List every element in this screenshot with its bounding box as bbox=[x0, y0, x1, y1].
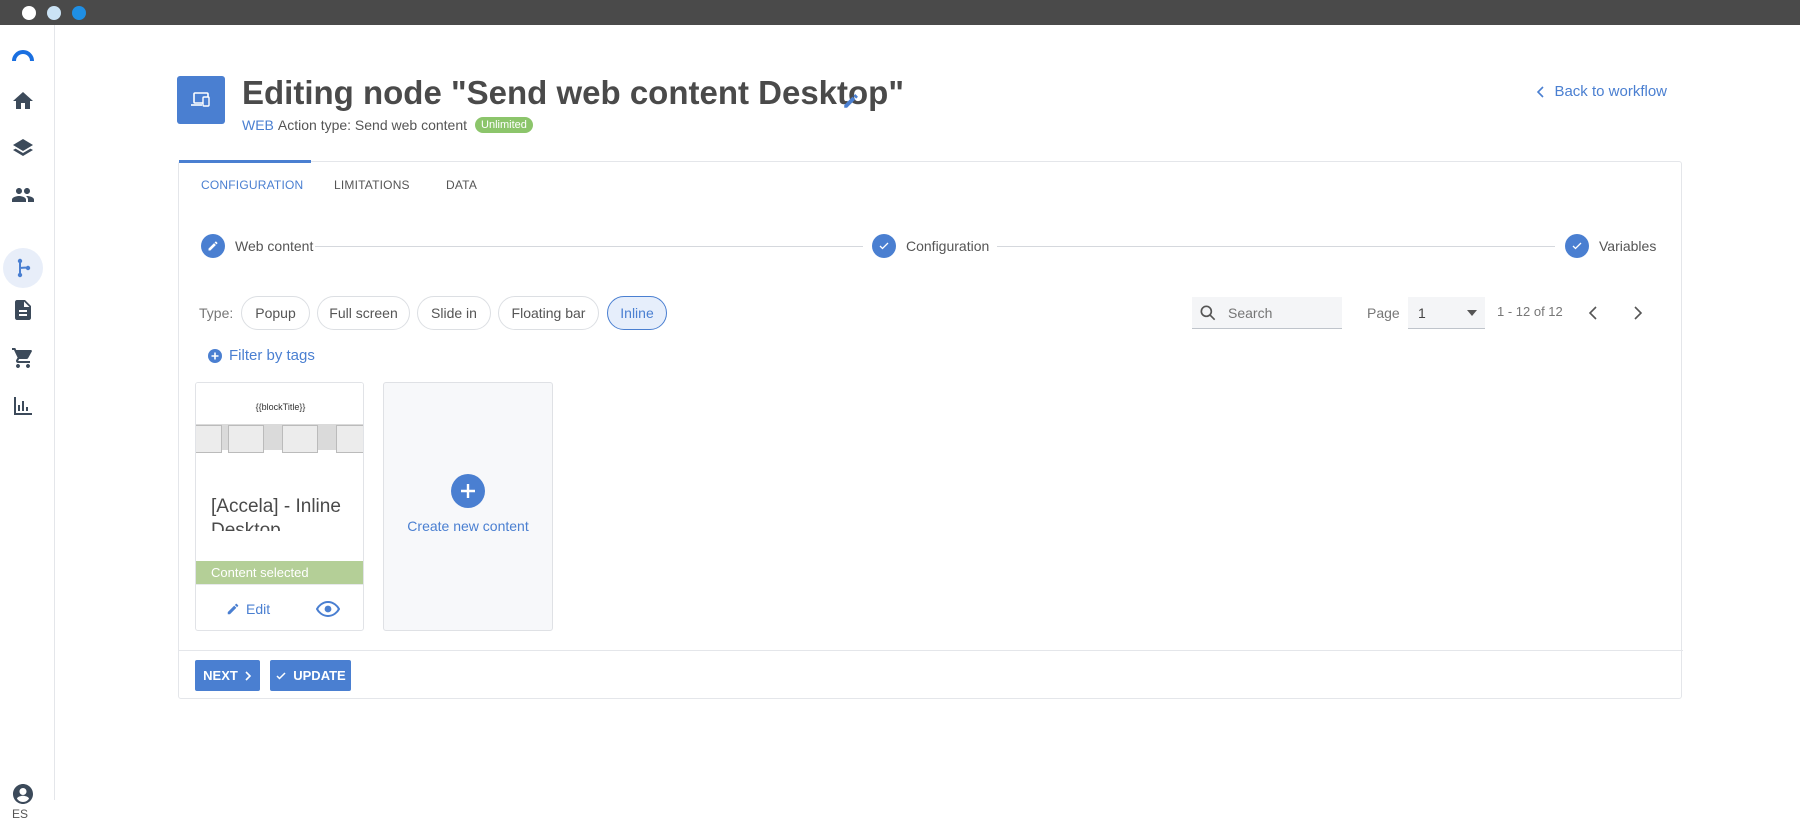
filter-by-tags-link[interactable]: Filter by tags bbox=[207, 347, 315, 364]
window-maximize-dot[interactable] bbox=[72, 6, 86, 20]
sidebar: ES bbox=[0, 25, 55, 821]
stepper-connector bbox=[997, 246, 1555, 247]
edit-content-button[interactable]: Edit bbox=[226, 601, 270, 617]
update-button-label: UPDATE bbox=[293, 668, 346, 683]
chevron-down-icon bbox=[1467, 310, 1477, 316]
type-chip-popup[interactable]: Popup bbox=[241, 296, 310, 330]
stepper-connector bbox=[315, 246, 863, 247]
pencil-icon bbox=[227, 603, 239, 615]
footer-divider bbox=[179, 650, 1683, 651]
type-chip-floating-bar[interactable]: Floating bar bbox=[498, 296, 599, 330]
active-tab-indicator bbox=[179, 160, 311, 163]
account-icon[interactable] bbox=[10, 781, 36, 807]
action-type-label: Action type: Send web content bbox=[277, 117, 468, 133]
placeholder-image-icon bbox=[336, 425, 363, 453]
create-new-content-label: Create new content bbox=[407, 517, 529, 534]
window-minimize-dot[interactable] bbox=[47, 6, 61, 20]
content-name: [Accela] - Inline Desktop bbox=[211, 496, 341, 531]
tab-data[interactable]: DATA bbox=[446, 178, 477, 192]
type-chip-slide-in[interactable]: Slide in bbox=[417, 296, 491, 330]
edit-title-pencil-icon[interactable] bbox=[842, 92, 860, 110]
limit-badge: Unlimited bbox=[475, 117, 533, 133]
window-close-dot[interactable] bbox=[22, 6, 36, 20]
people-icon[interactable] bbox=[10, 182, 36, 208]
placeholder-image-icon bbox=[282, 425, 318, 453]
step-label: Configuration bbox=[906, 238, 990, 254]
bar-chart-icon[interactable] bbox=[10, 393, 36, 419]
create-new-content-card[interactable]: Create new content bbox=[383, 382, 553, 631]
add-circle-icon bbox=[208, 348, 222, 363]
page-title: Editing node "Send web content Desktop" bbox=[242, 74, 904, 111]
type-filter-label: Type: bbox=[199, 305, 234, 321]
channel-label: WEB bbox=[242, 117, 274, 133]
pagination-range: 1 - 12 of 12 bbox=[1497, 304, 1563, 319]
update-button[interactable]: UPDATE bbox=[270, 660, 351, 691]
node-subtitle: WEB Action type: Send web content Unlimi… bbox=[242, 117, 533, 133]
search-input[interactable] bbox=[1228, 304, 1328, 321]
content-thumbnail[interactable]: {{blockTitle}} bbox=[196, 383, 363, 489]
check-icon bbox=[276, 671, 286, 680]
tab-configuration[interactable]: CONFIGURATION bbox=[201, 178, 303, 192]
pencil-icon bbox=[201, 234, 225, 258]
cart-icon[interactable] bbox=[10, 345, 36, 371]
step-label: Web content bbox=[235, 238, 314, 254]
next-button-label: NEXT bbox=[203, 668, 238, 683]
filter-by-tags-label: Filter by tags bbox=[229, 347, 315, 364]
thumbnail-title: {{blockTitle}} bbox=[255, 402, 306, 412]
add-circle-icon bbox=[451, 473, 485, 508]
content-card[interactable]: {{blockTitle}} [Accela] - Inline Desktop… bbox=[195, 382, 364, 631]
check-icon bbox=[1565, 234, 1589, 258]
window-titlebar bbox=[0, 0, 1800, 25]
type-chip-inline[interactable]: Inline bbox=[607, 296, 667, 330]
web-channel-icon bbox=[177, 76, 225, 124]
edit-label: Edit bbox=[246, 601, 271, 617]
content-selected-badge: Content selected bbox=[196, 561, 363, 584]
next-page-icon[interactable] bbox=[1628, 304, 1646, 322]
step-configuration[interactable]: Configuration bbox=[872, 234, 989, 258]
back-to-workflow-link[interactable]: Back to workflow bbox=[1536, 83, 1667, 100]
check-icon bbox=[872, 234, 896, 258]
home-icon[interactable] bbox=[10, 88, 36, 114]
tab-limitations[interactable]: LIMITATIONS bbox=[334, 178, 410, 192]
back-to-workflow-label: Back to workflow bbox=[1554, 83, 1667, 100]
prev-page-icon[interactable] bbox=[1585, 304, 1603, 322]
document-icon[interactable] bbox=[10, 297, 36, 323]
step-variables[interactable]: Variables bbox=[1565, 234, 1656, 258]
step-label: Variables bbox=[1599, 238, 1657, 254]
page-label: Page bbox=[1367, 305, 1400, 321]
logo-icon[interactable] bbox=[10, 42, 36, 68]
preview-eye-icon[interactable] bbox=[316, 599, 340, 619]
content-card-actions: Edit bbox=[196, 584, 363, 630]
next-button[interactable]: NEXT bbox=[195, 660, 260, 691]
type-chip-full-screen[interactable]: Full screen bbox=[317, 296, 410, 330]
search-box[interactable] bbox=[1192, 297, 1342, 329]
chevron-left-icon bbox=[1537, 85, 1545, 98]
chevron-right-icon bbox=[245, 670, 251, 681]
step-web-content[interactable]: Web content bbox=[201, 234, 313, 258]
placeholder-image-icon bbox=[196, 425, 222, 453]
layers-icon[interactable] bbox=[10, 135, 36, 161]
workflow-icon[interactable] bbox=[10, 255, 36, 281]
node-editor-card: CONFIGURATION LIMITATIONS DATA Web conte… bbox=[178, 160, 1683, 699]
page-select-value: 1 bbox=[1418, 305, 1426, 321]
search-icon bbox=[1200, 305, 1216, 320]
language-indicator[interactable]: ES bbox=[12, 807, 28, 821]
page-select[interactable]: 1 bbox=[1408, 297, 1485, 329]
placeholder-image-icon bbox=[228, 425, 264, 453]
